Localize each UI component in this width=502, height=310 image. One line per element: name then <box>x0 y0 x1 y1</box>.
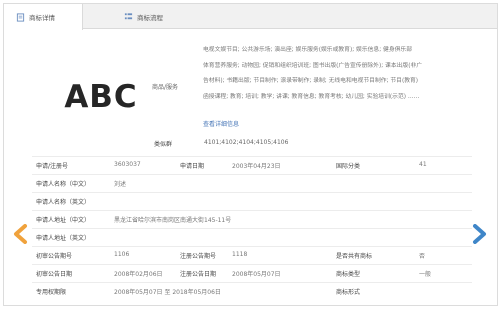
table-row: 专用权期限 2008年05月07日 至 2018年05月06日 商标形式 <box>32 282 472 299</box>
goods-line: 电视文娱节目; 公共游乐场; 演出座; 娱乐服务(娱乐或教育); 娱乐信息; 健… <box>203 47 413 53</box>
view-details-link[interactable]: 查看详细信息 <box>203 119 239 128</box>
row-value: 2008年05月07日 至 2018年05月06日 <box>114 289 221 296</box>
goods-services-label: 商品/服务 <box>152 84 179 91</box>
goods-line: 体育营养服务; 动物园; 促销和组织培训班; 图书出版(广告宣传册除外); 课本… <box>203 62 423 69</box>
row-value: 刘述 <box>114 181 127 188</box>
trademark-logo-text: ABC <box>64 79 138 115</box>
trademark-detail-panel: 商标详情 商标流程 ABC 商品/服务 电视文娱节目; 公共游乐场; 演出座; … <box>3 3 498 306</box>
row-label: 是否共有商标 <box>336 253 373 260</box>
similar-group-label: 类似群 <box>154 141 173 148</box>
trademark-image: ABC <box>42 46 160 148</box>
row-label: 申请人地址（中文） <box>36 217 91 224</box>
row-label: 商标形式 <box>336 289 361 296</box>
row-value: 1106 <box>114 251 130 258</box>
row-value: 一般 <box>419 271 432 278</box>
row-label: 申请人名称（中文） <box>36 181 91 188</box>
row-label: 申请日期 <box>180 163 205 170</box>
table-row: 申请人地址（中文） 黑龙江省哈尔滨市南岗区南通大街145-11号 <box>32 210 472 227</box>
row-label: 申请人名称（英文） <box>36 199 91 206</box>
row-label: 商标类型 <box>336 271 361 278</box>
row-value: 2008年02月06日 <box>114 271 163 278</box>
row-value: 3603037 <box>114 161 141 168</box>
row-value: 2003年04月23日 <box>232 163 281 170</box>
row-label: 初审公告日期 <box>36 271 73 278</box>
row-value: 41 <box>419 161 427 168</box>
table-row: 初审公告期号 1106 注册公告期号 1118 是否共有商标 否 <box>32 246 472 263</box>
row-label: 初审公告期号 <box>36 253 73 260</box>
table-row: 申请人地址（英文） <box>32 228 472 245</box>
next-arrow-icon[interactable] <box>470 224 488 244</box>
tab-trademark-detail-label: 商标详情 <box>29 14 55 22</box>
goods-line: 函授课程; 教育; 培训; 教学; 讲课; 教育信息; 教育考核; 幼儿园; 实… <box>203 93 420 100</box>
row-label: 申请人地址（英文） <box>36 235 91 242</box>
table-row: 初审公告日期 2008年02月06日 注册公告日期 2008年05月07日 商标… <box>32 264 472 281</box>
list-icon <box>124 13 133 20</box>
tab-bar: 商标详情 商标流程 <box>4 4 497 30</box>
document-icon <box>16 12 25 22</box>
tab-trademark-process-label: 商标流程 <box>137 13 163 22</box>
similar-group-value: 4101;4102;4104;4105;4106 <box>204 139 289 146</box>
row-label: 申请/注册号 <box>36 163 69 170</box>
tab-trademark-process[interactable]: 商标流程 <box>112 4 192 29</box>
row-value: 否 <box>419 253 426 260</box>
table-row: 申请人名称（中文） 刘述 <box>32 174 472 191</box>
row-value: 1118 <box>232 251 248 258</box>
row-value: 黑龙江省哈尔滨市南岗区南通大街145-11号 <box>114 217 232 224</box>
row-label: 注册公告期号 <box>180 253 217 260</box>
row-value: 2008年05月07日 <box>232 271 281 278</box>
table-row: 申请/注册号 3603037 申请日期 2003年04月23日 国际分类 41 <box>32 156 472 173</box>
goods-line: 告材料); 书籍出版; 节目制作; 滚录带制作; 录制; 无线电和电视节目制作;… <box>203 78 419 85</box>
row-label: 国际分类 <box>336 163 361 170</box>
row-label: 注册公告日期 <box>180 271 217 278</box>
row-label: 专用权期限 <box>36 289 67 296</box>
goods-services-list: 电视文娱节目; 公共游乐场; 演出座; 娱乐服务(娱乐或教育); 娱乐信息; 健… <box>203 43 458 105</box>
previous-arrow-icon[interactable] <box>12 224 30 244</box>
table-row: 申请人名称（英文） <box>32 192 472 209</box>
tab-trademark-detail[interactable]: 商标详情 <box>4 4 83 30</box>
